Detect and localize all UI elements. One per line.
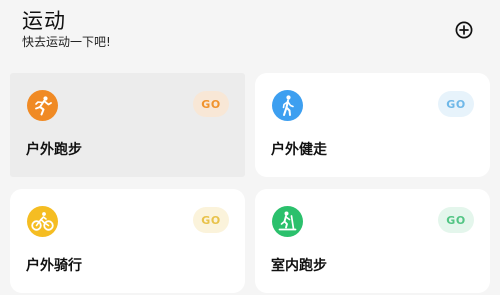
card-icon-badge xyxy=(272,206,303,237)
card-outdoor-walking[interactable]: GO 户外健走 xyxy=(255,73,490,177)
card-icon-badge xyxy=(272,90,303,121)
card-label: 室内跑步 xyxy=(271,258,327,274)
card-outdoor-running[interactable]: GO 户外跑步 xyxy=(10,73,245,177)
treadmill-icon xyxy=(278,211,297,231)
page-title: 运动 xyxy=(22,9,66,33)
bicycle-icon xyxy=(31,212,54,231)
go-button[interactable]: GO xyxy=(193,207,229,233)
go-button[interactable]: GO xyxy=(438,207,474,233)
card-indoor-running[interactable]: GO 室内跑步 xyxy=(255,189,490,293)
plus-circle-icon xyxy=(455,21,473,39)
add-button[interactable] xyxy=(455,21,473,39)
go-button[interactable]: GO xyxy=(193,91,229,117)
walking-icon xyxy=(282,95,294,116)
page-subtitle: 快去运动一下吧! xyxy=(22,35,111,49)
card-icon-badge xyxy=(27,206,58,237)
card-label: 户外骑行 xyxy=(26,258,82,274)
card-outdoor-cycling[interactable]: GO 户外骑行 xyxy=(10,189,245,293)
card-label: 户外跑步 xyxy=(26,142,82,158)
card-icon-badge xyxy=(27,90,58,121)
card-label: 户外健走 xyxy=(271,142,327,158)
go-button[interactable]: GO xyxy=(438,91,474,117)
running-icon xyxy=(35,96,52,116)
